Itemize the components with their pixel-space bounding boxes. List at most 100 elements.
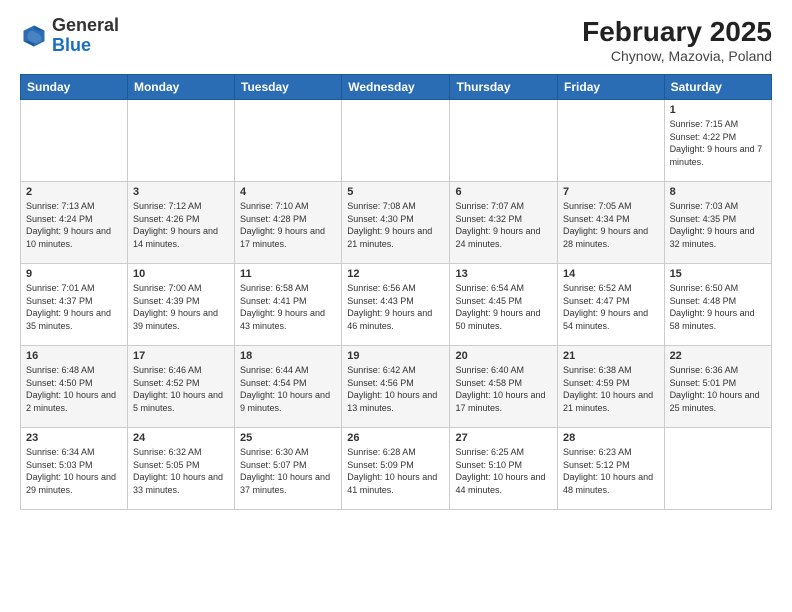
day-info: Sunrise: 6:56 AM Sunset: 4:43 PM Dayligh… <box>347 282 444 332</box>
day-number: 1 <box>670 104 766 116</box>
day-of-week-header: Sunday <box>21 75 128 100</box>
day-info: Sunrise: 6:34 AM Sunset: 5:03 PM Dayligh… <box>26 446 122 496</box>
calendar-day-cell: 5 Sunrise: 7:08 AM Sunset: 4:30 PM Daylig… <box>342 182 450 264</box>
calendar-day-cell <box>450 100 558 182</box>
day-number: 22 <box>670 350 766 362</box>
day-of-week-header: Tuesday <box>235 75 342 100</box>
day-of-week-header: Saturday <box>664 75 771 100</box>
day-info: Sunrise: 6:25 AM Sunset: 5:10 PM Dayligh… <box>455 446 552 496</box>
day-info: Sunrise: 7:03 AM Sunset: 4:35 PM Dayligh… <box>670 200 766 250</box>
day-info: Sunrise: 7:12 AM Sunset: 4:26 PM Dayligh… <box>133 200 229 250</box>
day-number: 7 <box>563 186 659 198</box>
day-info: Sunrise: 6:30 AM Sunset: 5:07 PM Dayligh… <box>240 446 336 496</box>
calendar-day-cell <box>21 100 128 182</box>
day-number: 4 <box>240 186 336 198</box>
day-number: 28 <box>563 432 659 444</box>
day-info: Sunrise: 6:38 AM Sunset: 4:59 PM Dayligh… <box>563 364 659 414</box>
day-number: 24 <box>133 432 229 444</box>
calendar-day-cell: 23 Sunrise: 6:34 AM Sunset: 5:03 PM Dayli… <box>21 428 128 510</box>
day-number: 16 <box>26 350 122 362</box>
day-number: 3 <box>133 186 229 198</box>
day-number: 6 <box>455 186 552 198</box>
calendar-day-cell: 11Sunrise: 6:58 AM Sunset: 4:41 PM Dayli… <box>235 264 342 346</box>
calendar-day-cell <box>235 100 342 182</box>
day-info: Sunrise: 6:40 AM Sunset: 4:58 PM Dayligh… <box>455 364 552 414</box>
day-info: Sunrise: 7:08 AM Sunset: 4:30 PM Dayligh… <box>347 200 444 250</box>
calendar-day-cell: 17Sunrise: 6:46 AM Sunset: 4:52 PM Dayli… <box>127 346 234 428</box>
logo-general: General <box>52 15 119 35</box>
calendar-day-cell: 24 Sunrise: 6:32 AM Sunset: 5:05 PM Dayli… <box>127 428 234 510</box>
calendar-day-cell: 25 Sunrise: 6:30 AM Sunset: 5:07 PM Dayli… <box>235 428 342 510</box>
day-info: Sunrise: 7:10 AM Sunset: 4:28 PM Dayligh… <box>240 200 336 250</box>
day-number: 21 <box>563 350 659 362</box>
calendar-day-cell <box>127 100 234 182</box>
day-number: 10 <box>133 268 229 280</box>
calendar-day-cell: 18 Sunrise: 6:44 AM Sunset: 4:54 PM Dayli… <box>235 346 342 428</box>
calendar-day-cell: 8Sunrise: 7:03 AM Sunset: 4:35 PM Daylig… <box>664 182 771 264</box>
page: General Blue February 2025 Chynow, Mazov… <box>0 0 792 612</box>
day-info: Sunrise: 6:32 AM Sunset: 5:05 PM Dayligh… <box>133 446 229 496</box>
logo-icon <box>20 22 48 50</box>
calendar-day-cell: 14 Sunrise: 6:52 AM Sunset: 4:47 PM Dayli… <box>558 264 665 346</box>
day-info: Sunrise: 7:15 AM Sunset: 4:22 PM Dayligh… <box>670 118 766 168</box>
logo-text: General Blue <box>52 16 119 56</box>
day-number: 9 <box>26 268 122 280</box>
day-of-week-header: Monday <box>127 75 234 100</box>
day-number: 23 <box>26 432 122 444</box>
day-info: Sunrise: 6:48 AM Sunset: 4:50 PM Dayligh… <box>26 364 122 414</box>
calendar-header-row: SundayMondayTuesdayWednesdayThursdayFrid… <box>21 75 772 100</box>
calendar-week-row: 1 Sunrise: 7:15 AM Sunset: 4:22 PM Daylig… <box>21 100 772 182</box>
day-number: 27 <box>455 432 552 444</box>
day-number: 13 <box>455 268 552 280</box>
day-number: 15 <box>670 268 766 280</box>
day-number: 14 <box>563 268 659 280</box>
day-info: Sunrise: 6:52 AM Sunset: 4:47 PM Dayligh… <box>563 282 659 332</box>
day-info: Sunrise: 6:23 AM Sunset: 5:12 PM Dayligh… <box>563 446 659 496</box>
calendar-day-cell: 13Sunrise: 6:54 AM Sunset: 4:45 PM Dayli… <box>450 264 558 346</box>
day-info: Sunrise: 6:28 AM Sunset: 5:09 PM Dayligh… <box>347 446 444 496</box>
day-number: 26 <box>347 432 444 444</box>
calendar-day-cell: 2 Sunrise: 7:13 AM Sunset: 4:24 PM Daylig… <box>21 182 128 264</box>
day-info: Sunrise: 6:50 AM Sunset: 4:48 PM Dayligh… <box>670 282 766 332</box>
month-year: February 2025 <box>582 16 772 48</box>
calendar-day-cell <box>664 428 771 510</box>
calendar-day-cell: 10 Sunrise: 7:00 AM Sunset: 4:39 PM Dayli… <box>127 264 234 346</box>
calendar-day-cell: 7 Sunrise: 7:05 AM Sunset: 4:34 PM Daylig… <box>558 182 665 264</box>
calendar-week-row: 23 Sunrise: 6:34 AM Sunset: 5:03 PM Dayli… <box>21 428 772 510</box>
day-info: Sunrise: 7:13 AM Sunset: 4:24 PM Dayligh… <box>26 200 122 250</box>
calendar-day-cell: 9 Sunrise: 7:01 AM Sunset: 4:37 PM Daylig… <box>21 264 128 346</box>
day-number: 17 <box>133 350 229 362</box>
day-number: 12 <box>347 268 444 280</box>
calendar-week-row: 2 Sunrise: 7:13 AM Sunset: 4:24 PM Daylig… <box>21 182 772 264</box>
calendar-day-cell: 19 Sunrise: 6:42 AM Sunset: 4:56 PM Dayli… <box>342 346 450 428</box>
calendar-day-cell: 28 Sunrise: 6:23 AM Sunset: 5:12 PM Dayli… <box>558 428 665 510</box>
day-info: Sunrise: 7:07 AM Sunset: 4:32 PM Dayligh… <box>455 200 552 250</box>
day-number: 20 <box>455 350 552 362</box>
day-number: 19 <box>347 350 444 362</box>
calendar-day-cell: 6 Sunrise: 7:07 AM Sunset: 4:32 PM Daylig… <box>450 182 558 264</box>
calendar-day-cell <box>558 100 665 182</box>
location: Chynow, Mazovia, Poland <box>582 48 772 64</box>
calendar-week-row: 16 Sunrise: 6:48 AM Sunset: 4:50 PM Dayli… <box>21 346 772 428</box>
calendar-day-cell: 1 Sunrise: 7:15 AM Sunset: 4:22 PM Daylig… <box>664 100 771 182</box>
day-info: Sunrise: 7:05 AM Sunset: 4:34 PM Dayligh… <box>563 200 659 250</box>
title-block: February 2025 Chynow, Mazovia, Poland <box>582 16 772 64</box>
day-info: Sunrise: 6:42 AM Sunset: 4:56 PM Dayligh… <box>347 364 444 414</box>
day-number: 18 <box>240 350 336 362</box>
day-info: Sunrise: 7:01 AM Sunset: 4:37 PM Dayligh… <box>26 282 122 332</box>
day-number: 11 <box>240 268 336 280</box>
day-number: 2 <box>26 186 122 198</box>
calendar-day-cell: 16 Sunrise: 6:48 AM Sunset: 4:50 PM Dayli… <box>21 346 128 428</box>
day-number: 25 <box>240 432 336 444</box>
logo-blue: Blue <box>52 35 91 55</box>
calendar-day-cell: 22 Sunrise: 6:36 AM Sunset: 5:01 PM Dayli… <box>664 346 771 428</box>
day-info: Sunrise: 7:00 AM Sunset: 4:39 PM Dayligh… <box>133 282 229 332</box>
calendar-day-cell: 4 Sunrise: 7:10 AM Sunset: 4:28 PM Daylig… <box>235 182 342 264</box>
day-of-week-header: Thursday <box>450 75 558 100</box>
day-info: Sunrise: 6:36 AM Sunset: 5:01 PM Dayligh… <box>670 364 766 414</box>
day-number: 5 <box>347 186 444 198</box>
day-info: Sunrise: 6:44 AM Sunset: 4:54 PM Dayligh… <box>240 364 336 414</box>
calendar-day-cell: 21 Sunrise: 6:38 AM Sunset: 4:59 PM Dayli… <box>558 346 665 428</box>
calendar-day-cell: 27 Sunrise: 6:25 AM Sunset: 5:10 PM Dayli… <box>450 428 558 510</box>
day-of-week-header: Friday <box>558 75 665 100</box>
